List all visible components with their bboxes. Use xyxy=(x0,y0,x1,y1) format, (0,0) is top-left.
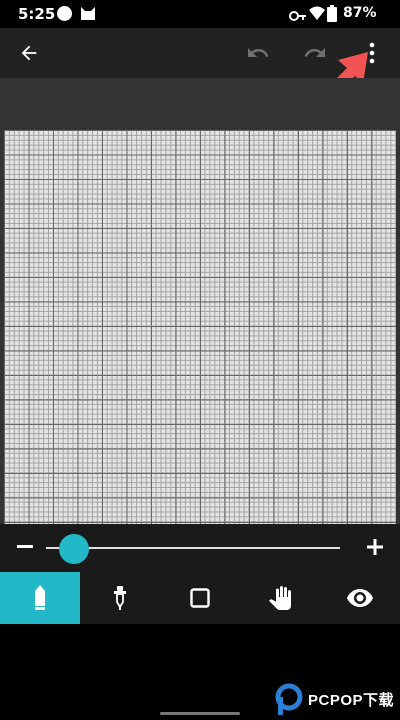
pixel-canvas[interactable] xyxy=(4,130,396,562)
back-arrow-icon xyxy=(21,45,37,61)
hand-icon xyxy=(269,586,291,610)
pcpop-logo-icon xyxy=(275,683,303,715)
watermark-text: PCPOP下载 xyxy=(308,691,395,709)
pencil-icon xyxy=(35,585,45,610)
zoom-slider-thumb[interactable] xyxy=(58,534,89,564)
eye-icon xyxy=(347,589,373,607)
minus-icon xyxy=(17,545,33,548)
home-indicator[interactable] xyxy=(160,712,240,715)
status-bar: 5:25 87% xyxy=(0,0,400,28)
zoom-slider-track[interactable] xyxy=(46,547,340,549)
undo-icon xyxy=(248,48,269,57)
zoom-out-button[interactable] xyxy=(14,534,36,560)
key-icon xyxy=(289,7,307,26)
watermark: PCPOP下载 xyxy=(274,682,394,716)
drawing-workspace xyxy=(0,78,400,562)
status-time: 5:25 xyxy=(18,5,56,23)
eyedropper-tool-button[interactable] xyxy=(80,572,160,624)
tool-bar xyxy=(0,572,400,624)
zoom-in-button[interactable] xyxy=(364,534,386,560)
notification-dot-icon xyxy=(57,6,72,21)
battery-percent: 87% xyxy=(343,5,377,21)
back-button[interactable] xyxy=(14,38,44,68)
pencil-tool-button[interactable] xyxy=(0,572,80,624)
wifi-icon xyxy=(309,5,325,25)
redo-button[interactable] xyxy=(300,38,330,68)
eyedropper-icon xyxy=(114,586,126,610)
undo-button[interactable] xyxy=(243,38,273,68)
redo-icon xyxy=(304,48,325,57)
battery-icon xyxy=(327,5,337,26)
rectangle-tool-button[interactable] xyxy=(160,572,240,624)
preview-tool-button[interactable] xyxy=(320,572,400,624)
square-icon xyxy=(190,588,210,608)
pan-tool-button[interactable] xyxy=(240,572,320,624)
cat-icon xyxy=(80,5,96,25)
plus-icon xyxy=(367,539,383,555)
